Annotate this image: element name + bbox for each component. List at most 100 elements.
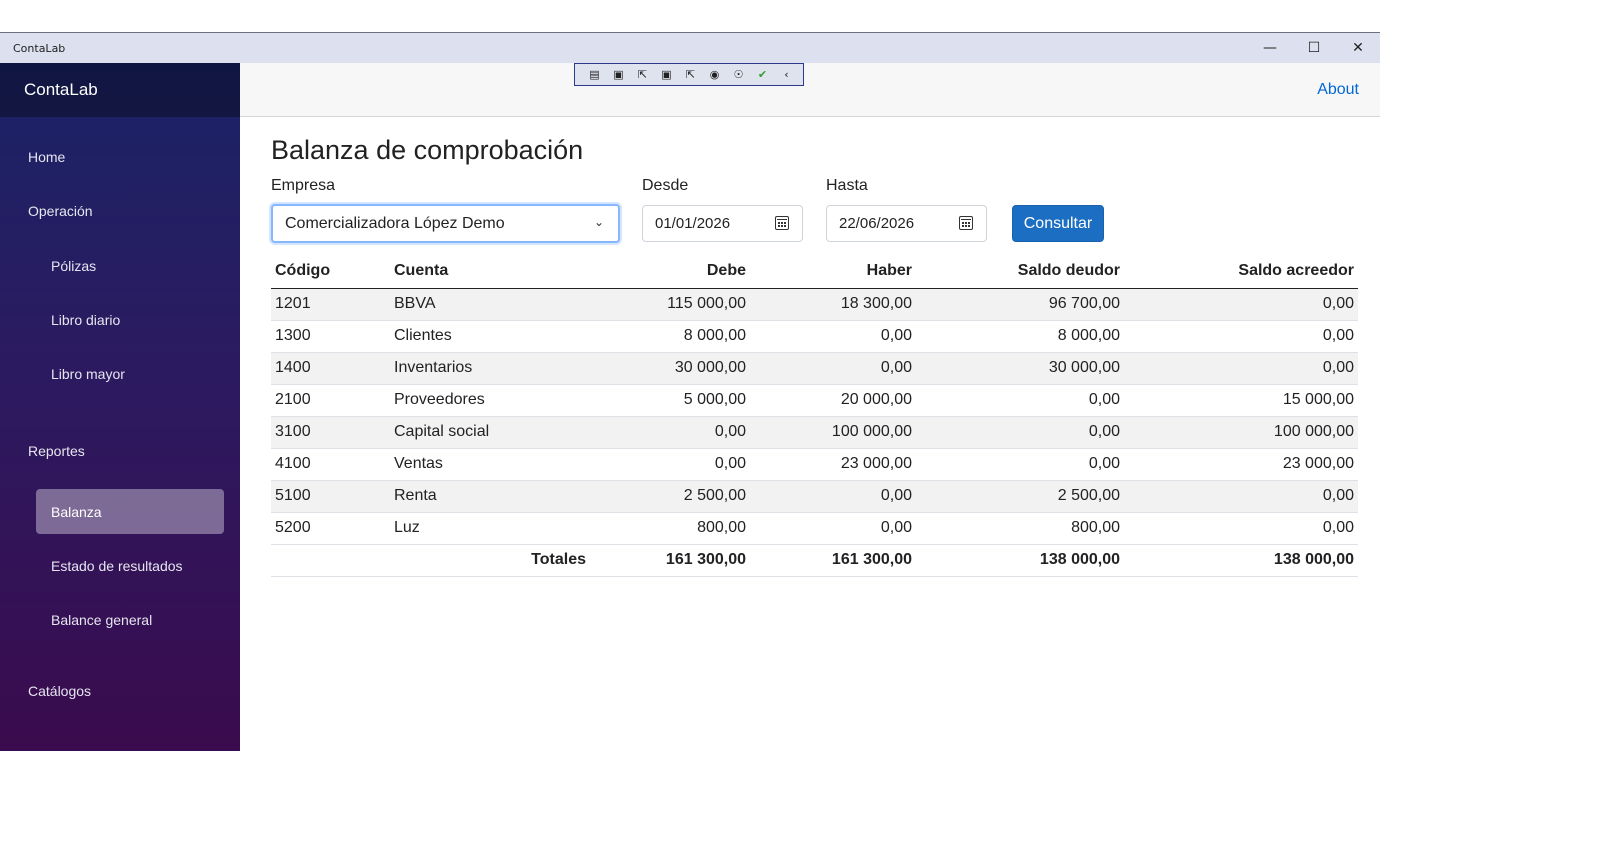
select-element-icon[interactable]: ⇱ <box>633 66 652 83</box>
table-header-row: Código Cuenta Debe Haber Saldo deudor Sa… <box>271 254 1358 289</box>
check-icon[interactable]: ✔ <box>753 66 772 83</box>
cell-codigo: 5200 <box>271 512 390 545</box>
calendar-icon[interactable] <box>959 216 973 230</box>
nav-libro-diario[interactable]: Libro diario <box>36 297 224 342</box>
minimize-button[interactable]: — <box>1248 33 1292 63</box>
chevron-down-icon: ⌄ <box>593 215 604 229</box>
consultar-button[interactable]: Consultar <box>1012 205 1104 242</box>
cell-saldo-acreedor: 0,00 <box>1124 288 1358 321</box>
page-title: Balanza de comprobación <box>271 135 584 165</box>
table-row[interactable]: 1201 BBVA 115 000,00 18 300,00 96 700,00 0,00 <box>271 288 1358 321</box>
cell-debe: 115 000,00 <box>590 288 750 321</box>
total-saldo-acreedor: 138 000,00 <box>1124 543 1358 577</box>
col-cuenta: Cuenta <box>390 254 590 289</box>
window-title: ContaLab <box>13 42 66 55</box>
cell-saldo-acreedor: 0,00 <box>1124 480 1358 513</box>
cell-haber: 0,00 <box>750 512 916 545</box>
cell-codigo: 1201 <box>271 288 390 321</box>
table-row[interactable]: 1300 Clientes 8 000,00 0,00 8 000,00 0,00 <box>271 320 1358 353</box>
cell-debe: 2 500,00 <box>590 480 750 513</box>
col-saldo-acreedor: Saldo acreedor <box>1124 254 1358 289</box>
cell-saldo-deudor: 8 000,00 <box>916 320 1124 353</box>
col-saldo-deudor: Saldo deudor <box>916 254 1124 289</box>
table-row[interactable]: 2100 Proveedores 5 000,00 20 000,00 0,00 15 0… <box>271 384 1358 417</box>
empresa-value: Comercializadora López Demo <box>285 214 505 232</box>
balanza-table: Código Cuenta Debe Haber Saldo deudor Sa… <box>271 254 1358 577</box>
table-row[interactable]: 1400 Inventarios 30 000,00 0,00 30 000,00 0,0… <box>271 352 1358 385</box>
maximize-button[interactable]: ☐ <box>1292 33 1336 63</box>
cell-debe: 30 000,00 <box>590 352 750 385</box>
table-row[interactable]: 5200 Luz 800,00 0,00 800,00 0,00 <box>271 512 1358 545</box>
nav-balanza[interactable]: Balanza <box>36 489 224 534</box>
col-debe: Debe <box>590 254 750 289</box>
display-layout-icon[interactable]: ▣ <box>657 66 676 83</box>
cell-debe: 0,00 <box>590 416 750 449</box>
cell-codigo: 5100 <box>271 480 390 513</box>
desde-value: 01/01/2026 <box>655 215 731 232</box>
nav-libro-mayor-label: Libro mayor <box>51 365 125 382</box>
nav-operacion[interactable]: Operación <box>28 203 93 219</box>
cell-cuenta: Inventarios <box>390 352 590 385</box>
track-focus-icon[interactable]: ⇱ <box>681 66 700 83</box>
cell-codigo: 4100 <box>271 448 390 481</box>
hasta-date-input[interactable]: 22/06/2026 <box>826 205 987 242</box>
desde-date-input[interactable]: 01/01/2026 <box>642 205 803 242</box>
sidebar: ContaLab Home Operación Pólizas Libro di… <box>0 63 240 751</box>
cell-saldo-deudor: 0,00 <box>916 384 1124 417</box>
nav-home[interactable]: Home <box>28 149 65 165</box>
cell-saldo-acreedor: 100 000,00 <box>1124 416 1358 449</box>
cell-haber: 0,00 <box>750 480 916 513</box>
cell-saldo-acreedor: 23 000,00 <box>1124 448 1358 481</box>
close-button[interactable]: ✕ <box>1336 33 1380 63</box>
accessibility-icon[interactable]: ☉ <box>729 66 748 83</box>
total-debe: 161 300,00 <box>590 543 750 577</box>
totals-spacer <box>271 543 390 577</box>
nav-balance-general[interactable]: Balance general <box>36 597 224 642</box>
cell-cuenta: Clientes <box>390 320 590 353</box>
nav-estado-resultados[interactable]: Estado de resultados <box>36 543 224 588</box>
cell-codigo: 3100 <box>271 416 390 449</box>
cell-saldo-deudor: 0,00 <box>916 448 1124 481</box>
brand[interactable]: ContaLab <box>0 63 240 117</box>
cell-haber: 100 000,00 <box>750 416 916 449</box>
cell-haber: 0,00 <box>750 352 916 385</box>
nav-polizas[interactable]: Pólizas <box>36 243 224 288</box>
empresa-label: Empresa <box>271 177 336 194</box>
video-icon[interactable]: ▣ <box>609 66 628 83</box>
collapse-icon[interactable]: ‹ <box>777 66 796 83</box>
nav-libro-mayor[interactable]: Libro mayor <box>36 351 224 396</box>
cell-saldo-deudor: 30 000,00 <box>916 352 1124 385</box>
calendar-icon[interactable] <box>775 216 789 230</box>
cell-codigo: 1300 <box>271 320 390 353</box>
nav-balance-general-label: Balance general <box>51 611 153 628</box>
cell-codigo: 1400 <box>271 352 390 385</box>
cell-saldo-deudor: 0,00 <box>916 416 1124 449</box>
totals-label: Totales <box>390 543 590 577</box>
empresa-select[interactable]: Comercializadora López Demo ⌄ <box>271 204 620 243</box>
cell-haber: 20 000,00 <box>750 384 916 417</box>
nav-balanza-label: Balanza <box>51 503 102 520</box>
cell-cuenta: BBVA <box>390 288 590 321</box>
nav-polizas-label: Pólizas <box>51 257 97 274</box>
title-bar: ContaLab — ☐ ✕ <box>0 32 1380 63</box>
about-link[interactable]: About <box>1317 81 1359 99</box>
app-window: ContaLab — ☐ ✕ ContaLab Home Operación P… <box>0 32 1380 751</box>
cell-debe: 800,00 <box>590 512 750 545</box>
nav-estado-resultados-label: Estado de resultados <box>51 557 183 574</box>
col-codigo: Código <box>271 254 390 289</box>
cell-haber: 23 000,00 <box>750 448 916 481</box>
table-row[interactable]: 5100 Renta 2 500,00 0,00 2 500,00 0,00 <box>271 480 1358 513</box>
cell-cuenta: Capital social <box>390 416 590 449</box>
cell-haber: 0,00 <box>750 320 916 353</box>
live-tree-icon[interactable]: ▤ <box>585 66 604 83</box>
table-row[interactable]: 4100 Ventas 0,00 23 000,00 0,00 23 000,00 <box>271 448 1358 481</box>
nav-libro-diario-label: Libro diario <box>51 311 121 328</box>
hasta-label: Hasta <box>826 177 868 194</box>
table-row[interactable]: 3100 Capital social 0,00 100 000,00 0,00 100 … <box>271 416 1358 449</box>
hot-reload-icon[interactable]: ◉ <box>705 66 724 83</box>
cell-saldo-acreedor: 0,00 <box>1124 320 1358 353</box>
nav-reportes[interactable]: Reportes <box>28 443 85 459</box>
nav-catalogos[interactable]: Catálogos <box>28 683 91 699</box>
cell-debe: 8 000,00 <box>590 320 750 353</box>
total-haber: 161 300,00 <box>750 543 916 577</box>
